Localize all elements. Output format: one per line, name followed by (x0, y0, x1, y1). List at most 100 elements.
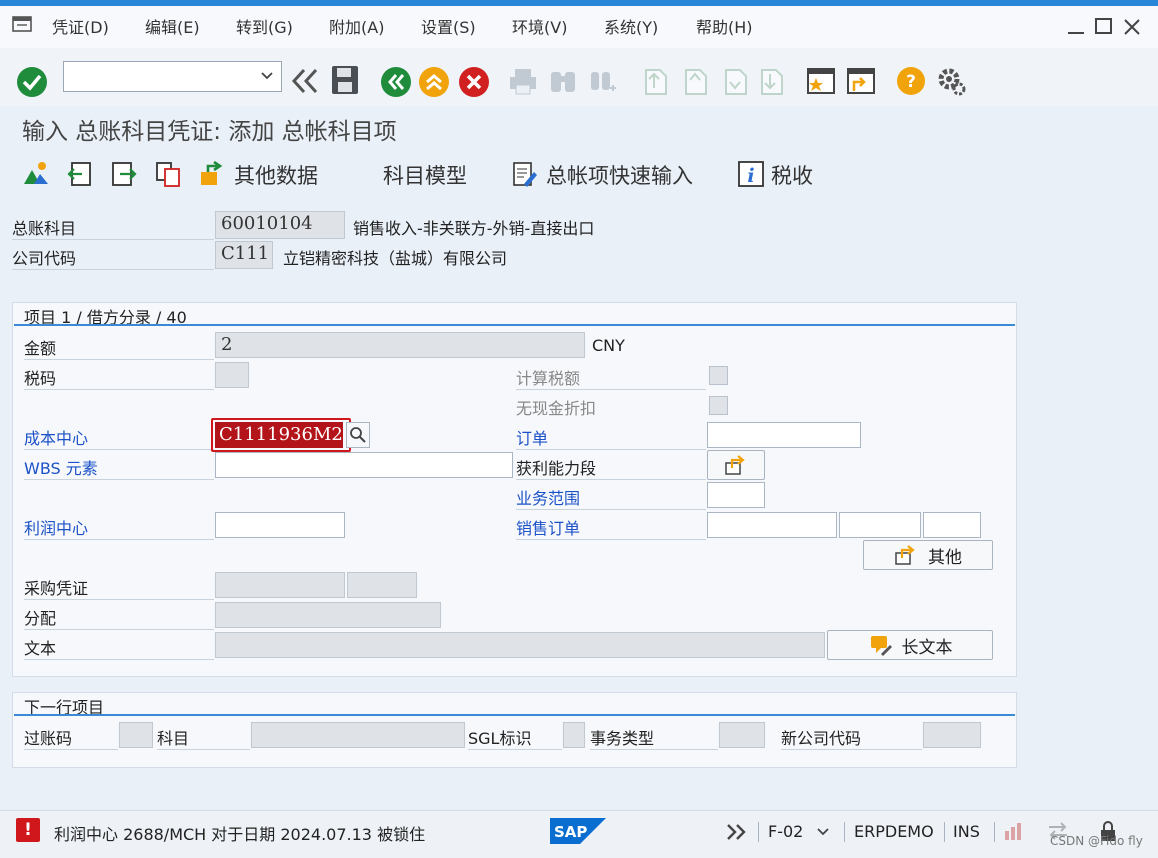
purchase-doc-item-field[interactable] (347, 572, 417, 598)
menu-extras[interactable]: 附加(A) (329, 14, 384, 38)
command-field[interactable] (63, 61, 282, 92)
no-discount-checkbox[interactable] (709, 396, 728, 415)
settings-gear-icon[interactable] (936, 66, 966, 100)
account-field[interactable] (251, 722, 465, 748)
company-code-label: 公司代码 (12, 242, 214, 270)
back-icon[interactable] (380, 66, 412, 102)
find-next-icon[interactable] (588, 66, 618, 100)
double-chevron-left-icon[interactable] (290, 66, 320, 100)
sgl-indicator-field[interactable] (563, 722, 585, 748)
find-icon[interactable] (548, 66, 578, 100)
menu-system[interactable]: 系统(Y) (604, 14, 658, 38)
business-area-label[interactable]: 业务范围 (516, 484, 706, 510)
menu-edit[interactable]: 编辑(E) (145, 14, 200, 38)
new-company-code-field[interactable] (923, 722, 981, 748)
copy-item-icon[interactable] (154, 160, 182, 192)
previous-page-icon[interactable] (680, 66, 708, 100)
close-icon[interactable] (1122, 16, 1142, 40)
sales-order-item-field[interactable] (839, 512, 921, 538)
posting-key-field[interactable] (119, 722, 153, 748)
profitability-segment-button[interactable] (707, 450, 765, 480)
document-overview-icon[interactable] (22, 160, 50, 192)
cost-center-field[interactable]: C1111936M2 (215, 422, 343, 448)
watermark: CSDN @Fido fly (1050, 834, 1143, 848)
company-code-field[interactable]: C111 (215, 241, 273, 269)
order-field[interactable] (707, 422, 861, 448)
sales-order-label[interactable]: 销售订单 (516, 514, 706, 540)
profitability-segment-label: 获利能力段 (516, 454, 706, 480)
minimize-icon[interactable] (1066, 16, 1086, 40)
gl-account-field[interactable]: 60010104 (215, 211, 345, 239)
menu-voucher[interactable]: 凭证(D) (52, 14, 109, 38)
tax-button[interactable]: 税收 (771, 160, 813, 190)
order-label[interactable]: 订单 (516, 424, 706, 450)
next-item-panel-rule (14, 714, 1015, 716)
shortcut-icon[interactable] (846, 66, 876, 100)
tax-code-field[interactable] (215, 362, 249, 388)
first-page-icon[interactable] (640, 66, 668, 100)
text-field[interactable] (215, 632, 825, 658)
long-text-button[interactable]: 长文本 (827, 630, 993, 660)
account-label: 科目 (157, 724, 250, 750)
performance-icon[interactable] (1002, 820, 1024, 846)
business-area-field[interactable] (707, 482, 765, 508)
wbs-element-label[interactable]: WBS 元素 (24, 454, 214, 480)
enter-arrow-icon (895, 545, 915, 565)
fast-entry-icon[interactable] (510, 160, 538, 192)
sales-order-schedule-field[interactable] (923, 512, 981, 538)
sap-logo: SAP (550, 818, 606, 844)
cost-center-label[interactable]: 成本中心 (24, 424, 214, 450)
menu-help[interactable]: 帮助(H) (696, 14, 753, 38)
maximize-icon[interactable] (1094, 16, 1114, 40)
enter-check-icon[interactable] (16, 66, 48, 102)
menu-icon[interactable] (12, 15, 34, 33)
fast-entry-button[interactable]: 总帐项快速输入 (546, 160, 693, 190)
system-name: ERPDEMO (854, 822, 934, 841)
status-divider (944, 822, 945, 842)
transaction-type-field[interactable] (719, 722, 765, 748)
transaction-code[interactable]: F-02 (768, 822, 803, 841)
purchase-doc-label: 采购凭证 (24, 574, 214, 600)
purchase-doc-field[interactable] (215, 572, 345, 598)
amount-field[interactable]: 2 (215, 332, 585, 358)
assignment-field[interactable] (215, 602, 441, 628)
svg-text:?: ? (906, 72, 916, 92)
profit-center-label[interactable]: 利润中心 (24, 514, 214, 540)
input-mode[interactable]: INS (953, 822, 980, 841)
status-expand-icon[interactable] (724, 822, 748, 846)
menu-environment[interactable]: 环境(V) (512, 14, 567, 38)
help-icon[interactable]: ? (896, 66, 926, 100)
long-text-icon (870, 636, 892, 656)
profit-center-field[interactable] (215, 512, 345, 538)
cancel-icon[interactable] (458, 66, 490, 102)
other-button[interactable]: 其他 (863, 540, 993, 570)
transaction-type-label: 事务类型 (590, 724, 718, 750)
account-model-button[interactable]: 科目模型 (383, 160, 467, 190)
chevron-down-icon (261, 72, 273, 80)
exit-icon[interactable] (418, 66, 450, 102)
error-icon[interactable]: ! (16, 818, 40, 842)
menu-goto[interactable]: 转到(G) (236, 14, 293, 38)
previous-item-icon[interactable] (66, 160, 94, 192)
calc-tax-checkbox[interactable] (709, 366, 728, 385)
wbs-element-field[interactable] (215, 452, 513, 478)
assignment-label: 分配 (24, 604, 214, 630)
next-page-icon[interactable] (720, 66, 748, 100)
chevron-down-icon[interactable] (816, 824, 830, 843)
last-page-icon[interactable] (756, 66, 784, 100)
calc-tax-label: 计算税额 (516, 364, 706, 390)
item-panel-rule (14, 324, 1015, 326)
other-data-button[interactable]: 其他数据 (234, 160, 318, 190)
new-company-code-label: 新公司代码 (781, 724, 922, 750)
create-session-icon[interactable] (806, 66, 836, 100)
save-icon[interactable] (330, 64, 360, 100)
info-icon[interactable]: i (737, 160, 765, 192)
other-data-icon[interactable] (198, 160, 226, 192)
next-item-icon[interactable] (110, 160, 138, 192)
menu-settings[interactable]: 设置(S) (421, 14, 476, 38)
search-help-button[interactable] (346, 422, 370, 448)
long-text-button-label: 长文本 (901, 637, 953, 658)
sales-order-field[interactable] (707, 512, 837, 538)
status-message[interactable]: 利润中心 2688/MCH 对于日期 2024.07.13 被锁住 (54, 821, 425, 845)
print-icon[interactable] (508, 66, 538, 100)
